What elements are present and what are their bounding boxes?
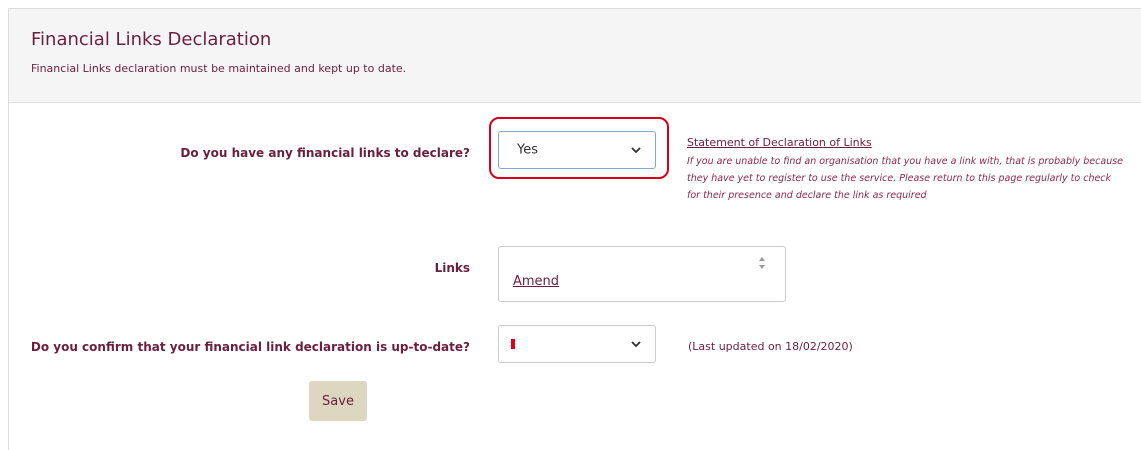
links-label: Links bbox=[434, 261, 470, 275]
page-header: Financial Links Declaration Financial Li… bbox=[9, 9, 1141, 103]
sort-spinner-icon[interactable] bbox=[757, 256, 767, 270]
chevron-down-icon bbox=[631, 147, 641, 154]
financial-links-select-value: Yes bbox=[517, 142, 538, 158]
financial-links-select[interactable]: Yes bbox=[498, 131, 656, 169]
chevron-down-icon bbox=[631, 341, 641, 348]
page-title: Financial Links Declaration bbox=[31, 29, 272, 50]
statement-note: If you are unable to find an organisatio… bbox=[687, 156, 1124, 201]
financial-links-question-label: Do you have any financial links to decla… bbox=[180, 146, 470, 160]
confirmation-question-label: Do you confirm that your financial link … bbox=[30, 340, 470, 354]
required-marker bbox=[511, 339, 515, 349]
statement-of-declaration-link[interactable]: Statement of Declaration of Links bbox=[687, 136, 872, 149]
page-subtitle: Financial Links declaration must be main… bbox=[31, 62, 407, 75]
save-button[interactable]: Save bbox=[309, 381, 367, 421]
page: Financial Links Declaration Financial Li… bbox=[0, 0, 1141, 450]
last-updated-text: (Last updated on 18/02/2020) bbox=[688, 340, 853, 353]
amend-link[interactable]: Amend bbox=[513, 274, 559, 289]
links-field: Amend bbox=[498, 246, 786, 302]
confirmation-select[interactable] bbox=[498, 325, 656, 363]
